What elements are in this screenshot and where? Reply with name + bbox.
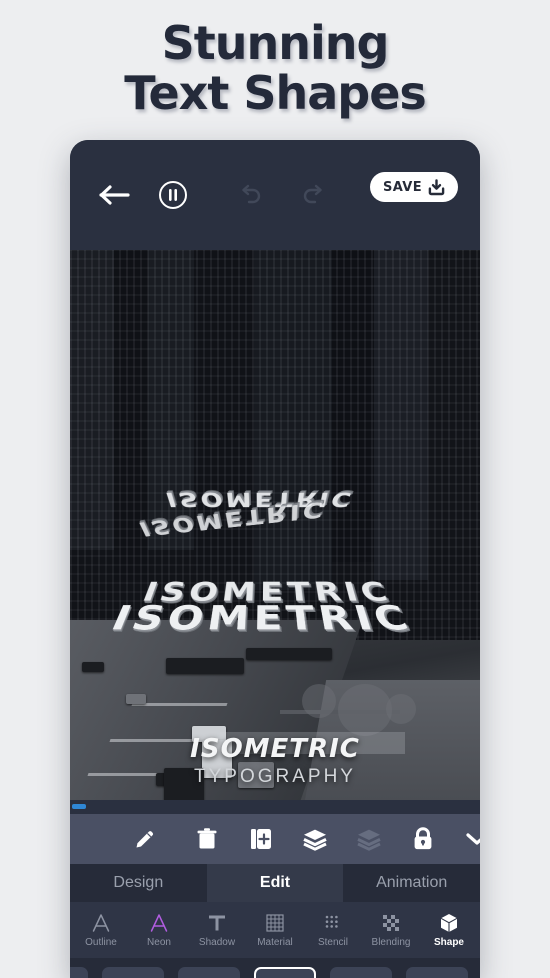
collapse-panel-button[interactable] [450, 814, 480, 864]
arrange-layers-button[interactable] [342, 814, 396, 864]
chevron-down-icon [466, 833, 480, 845]
sub-tool-shape-label: Shape [433, 937, 464, 948]
lock-icon [414, 827, 432, 850]
lock-button[interactable] [396, 814, 450, 864]
timeline-strip[interactable] [70, 800, 480, 814]
sub-tool-outline[interactable]: Outline [72, 902, 130, 958]
sub-tool-neon[interactable]: Neon [130, 902, 188, 958]
sub-tool-stencil-label: Stencil [317, 937, 348, 948]
blending-checker-icon [383, 915, 399, 931]
sub-tool-material[interactable]: Material [246, 902, 304, 958]
shape-option-parallelogram-up[interactable] [102, 967, 164, 978]
save-button-label: SAVE [382, 179, 423, 195]
sub-tool-row[interactable]: lor Outline Neon Shadow Ma [70, 902, 480, 958]
shape-option-s-curve[interactable] [330, 967, 392, 978]
ring-text-front: ISOMETRIC [104, 599, 419, 638]
edit-button[interactable] [110, 814, 180, 864]
phone-mockup: SAVE ISOMETRIC ISOMETRIC ISOMETRIC ISOME… [70, 140, 480, 978]
edit-icon [136, 831, 153, 848]
redo-button[interactable] [286, 172, 342, 218]
layers-alt-icon [357, 829, 381, 851]
caption-primary: ISOMETRIC [190, 734, 360, 764]
text-shape-object[interactable]: ISOMETRIC ISOMETRIC ISOMETRIC ISOMETRIC [105, 478, 430, 638]
sub-tool-blending-label: Blending [371, 937, 411, 948]
duplicate-icon [251, 829, 271, 849]
tab-design[interactable]: Design [70, 864, 207, 902]
back-button[interactable] [84, 172, 146, 218]
download-icon [428, 178, 445, 195]
duplicate-button[interactable] [234, 814, 288, 864]
layers-button[interactable] [288, 814, 342, 864]
tab-animation[interactable]: Animation [343, 864, 480, 902]
promo-line-2: Text Shapes [124, 66, 427, 120]
delete-button[interactable] [180, 814, 234, 864]
material-grid-icon [266, 914, 284, 932]
promo-heading: Stunning Text Shapes [0, 18, 550, 118]
redo-icon [303, 184, 322, 204]
outline-a-icon [92, 914, 110, 932]
pause-circle-icon [159, 181, 187, 209]
main-tabs: Design Edit Animation [70, 864, 480, 902]
app-top-bar: SAVE [70, 140, 480, 250]
sub-tool-shape[interactable]: Shape [420, 902, 478, 958]
editor-canvas[interactable]: ISOMETRIC ISOMETRIC ISOMETRIC ISOMETRIC … [70, 250, 480, 800]
neon-a-icon [150, 914, 168, 932]
pause-button[interactable] [150, 172, 196, 218]
stencil-dots-icon [325, 915, 338, 928]
sub-tool-shadow-label: Shadow [198, 937, 236, 948]
sub-tool-shadow[interactable]: Shadow [188, 902, 246, 958]
shape-option-parallelogram-down[interactable] [178, 967, 240, 978]
sub-tool-neon-label: Neon [147, 937, 171, 948]
caption-secondary: TYPOGRAPHY [194, 766, 356, 787]
shape-option-partial[interactable] [70, 967, 88, 978]
shape-preset-row[interactable] [70, 958, 480, 978]
save-button[interactable]: SAVE [370, 172, 458, 202]
object-action-toolbar [70, 814, 480, 864]
timeline-progress-segment[interactable] [72, 804, 86, 809]
promo-line-1: Stunning [161, 16, 390, 70]
sub-tool-stencil[interactable]: Stencil [304, 902, 362, 958]
delete-icon [197, 828, 217, 849]
undo-icon [242, 184, 261, 204]
canvas-caption[interactable]: ISOMETRIC TYPOGRAPHY [70, 734, 480, 788]
sub-tool-material-label: Material [257, 937, 293, 948]
shape-option-wave[interactable] [406, 967, 468, 978]
shape-option-circle[interactable] [254, 967, 316, 978]
arrow-left-icon [99, 185, 130, 205]
shadow-t-icon [209, 915, 225, 931]
layers-icon [303, 829, 327, 851]
undo-button[interactable] [222, 172, 278, 218]
sub-tool-outline-label: Outline [85, 937, 117, 948]
tab-edit[interactable]: Edit [206, 864, 344, 902]
cube-icon [440, 914, 458, 932]
sub-tool-blending[interactable]: Blending [362, 902, 420, 958]
